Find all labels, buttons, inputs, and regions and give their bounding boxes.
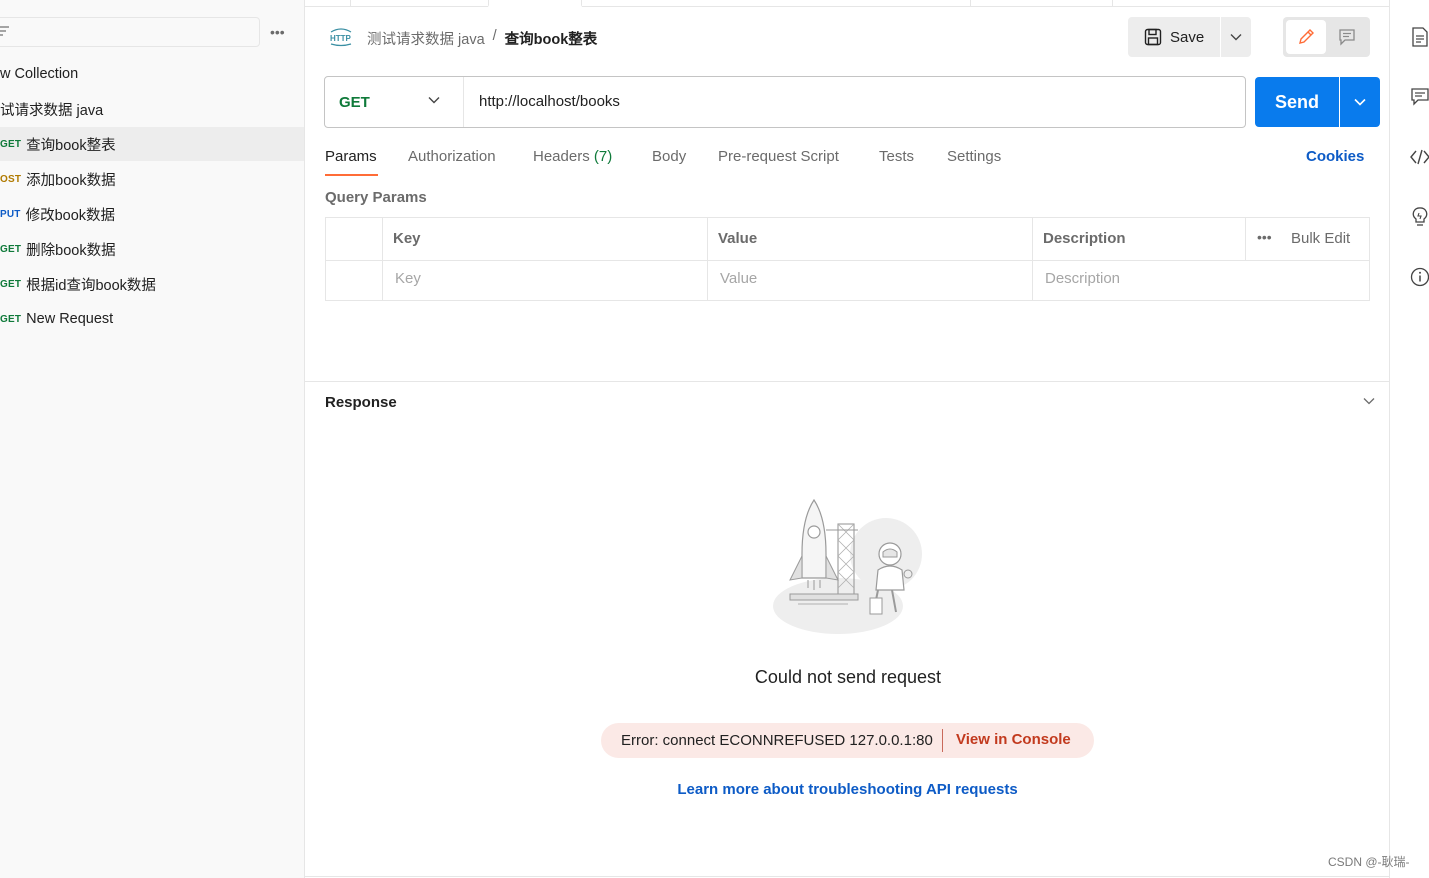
url-input[interactable]: http://localhost/books [479,93,620,110]
sidebar-item-request[interactable]: GET New Request [0,302,304,336]
watermark: CSDN @-耿瑞- [1328,855,1410,869]
description-input[interactable]: Description [1045,270,1120,287]
chevron-down-icon[interactable] [1362,396,1376,406]
lightbulb-icon[interactable] [1410,207,1429,227]
send-label: Send [1274,91,1319,112]
sidebar-item-label: 添加book数据 [26,172,116,189]
value-input[interactable]: Value [720,270,757,287]
comment-mode-button[interactable] [1328,20,1366,54]
method-badge: GET [0,278,22,290]
method-select[interactable]: GET [325,77,464,127]
tab-body[interactable]: Body [652,148,686,165]
method-badge: GET [0,243,22,255]
sidebar-item-request[interactable]: GET 删除book数据 [0,232,304,266]
table-col-divider [1032,218,1033,300]
tab-divider [1112,0,1113,7]
comment-icon [1339,29,1355,46]
comments-icon[interactable] [1410,87,1429,107]
table-col-divider [382,218,383,300]
tab-divider [350,0,351,7]
query-params-title: Query Params [325,189,427,206]
sidebar-item-request[interactable]: PUT 修改book数据 [0,197,304,231]
tab-authorization[interactable]: Authorization [408,148,496,165]
response-title: Response [325,394,397,411]
http-request-icon: HTTP [330,28,352,47]
sidebar-more-icon[interactable]: ••• [270,24,290,40]
headers-count: (7) [593,148,613,165]
breadcrumb-parent[interactable]: 测试请求数据 java [367,28,485,49]
tab-params[interactable]: Params [325,148,377,165]
right-rail [1389,0,1429,878]
sidebar-item-label: w Collection [0,66,79,82]
method-select-value: GET [339,93,370,111]
sidebar-item-request[interactable]: GET 根据id查询book数据 [0,267,304,301]
tab-divider [970,0,971,7]
chevron-down-icon [1230,34,1242,41]
bulk-edit-button[interactable]: Bulk Edit [1291,230,1350,247]
pencil-icon [1299,29,1314,44]
troubleshooting-link[interactable]: Learn more about troubleshooting API req… [640,781,1055,798]
column-header-value: Value [718,230,758,247]
column-header-description: Description [1043,230,1126,247]
column-header-key: Key [393,230,421,247]
breadcrumb-current[interactable]: 查询book整表 [505,28,598,49]
sidebar-item-collection[interactable]: w Collection [0,57,304,91]
save-label: Save [1170,28,1205,46]
tab-pre-request-script[interactable]: Pre-request Script [718,148,839,165]
send-button[interactable]: Send [1255,77,1339,127]
sidebar-item-request[interactable]: GET 查询book整表 [0,127,304,161]
documentation-icon[interactable] [1410,27,1429,47]
table-col-divider [1245,218,1246,260]
edit-mode-button[interactable] [1286,20,1326,54]
sidebar-item-label: 查询book整表 [26,137,116,154]
save-button[interactable]: Save [1128,17,1220,57]
filter-icon[interactable] [0,26,10,38]
chevron-down-icon[interactable] [428,96,440,104]
code-icon[interactable] [1410,147,1429,167]
sidebar-item-label: 删除book数据 [26,242,116,259]
tab-headers-label: Headers [533,148,590,165]
method-badge: OST [0,173,22,185]
save-dropdown-button[interactable] [1221,17,1251,57]
key-input[interactable]: Key [395,270,421,287]
tab-settings[interactable]: Settings [947,148,1001,165]
error-title: Could not send request [754,667,942,687]
tab-strip [305,0,1390,7]
breadcrumb-separator: / [492,28,497,44]
sidebar: ••• w Collection 试请求数据 java GET 查询book整表… [0,0,305,878]
tab-headers[interactable]: Headers (7) [533,148,612,165]
sidebar-item-label: 根据id查询book数据 [26,277,156,294]
svg-text:HTTP: HTTP [330,34,352,43]
sidebar-item-label: New Request [26,311,114,327]
breadcrumb: 测试请求数据 java / 查询book整表 [367,28,597,49]
save-icon [1144,28,1162,46]
table-row-divider [326,260,1369,261]
error-message: Error: connect ECONNREFUSED 127.0.0.1:80 [621,732,933,749]
sidebar-item-label: 试请求数据 java [0,102,104,119]
sidebar-search-input[interactable] [0,17,260,47]
bottom-border [305,876,1389,877]
tab-active[interactable] [488,0,582,7]
view-in-console-link[interactable]: View in Console [956,731,1071,748]
query-params-table: Key Value Description ••• Bulk Edit Key … [325,217,1370,301]
sidebar-item-folder[interactable]: 试请求数据 java [0,92,304,126]
chevron-down-icon [1354,98,1366,106]
response-divider[interactable] [305,381,1389,382]
active-tab-indicator [325,174,378,176]
method-badge: PUT [0,208,21,220]
method-badge: GET [0,138,22,150]
info-icon[interactable] [1410,267,1429,287]
method-badge: GET [0,313,22,325]
table-col-divider [707,218,708,300]
send-dropdown-button[interactable] [1340,77,1380,127]
tab-tests[interactable]: Tests [879,148,914,165]
rocket-astronaut-illustration [773,498,922,634]
more-options-icon[interactable]: ••• [1257,229,1272,245]
cookies-link[interactable]: Cookies [1306,148,1364,165]
sidebar-item-label: 修改book数据 [25,207,116,224]
error-divider [942,729,943,752]
sidebar-item-request[interactable]: OST 添加book数据 [0,162,304,196]
